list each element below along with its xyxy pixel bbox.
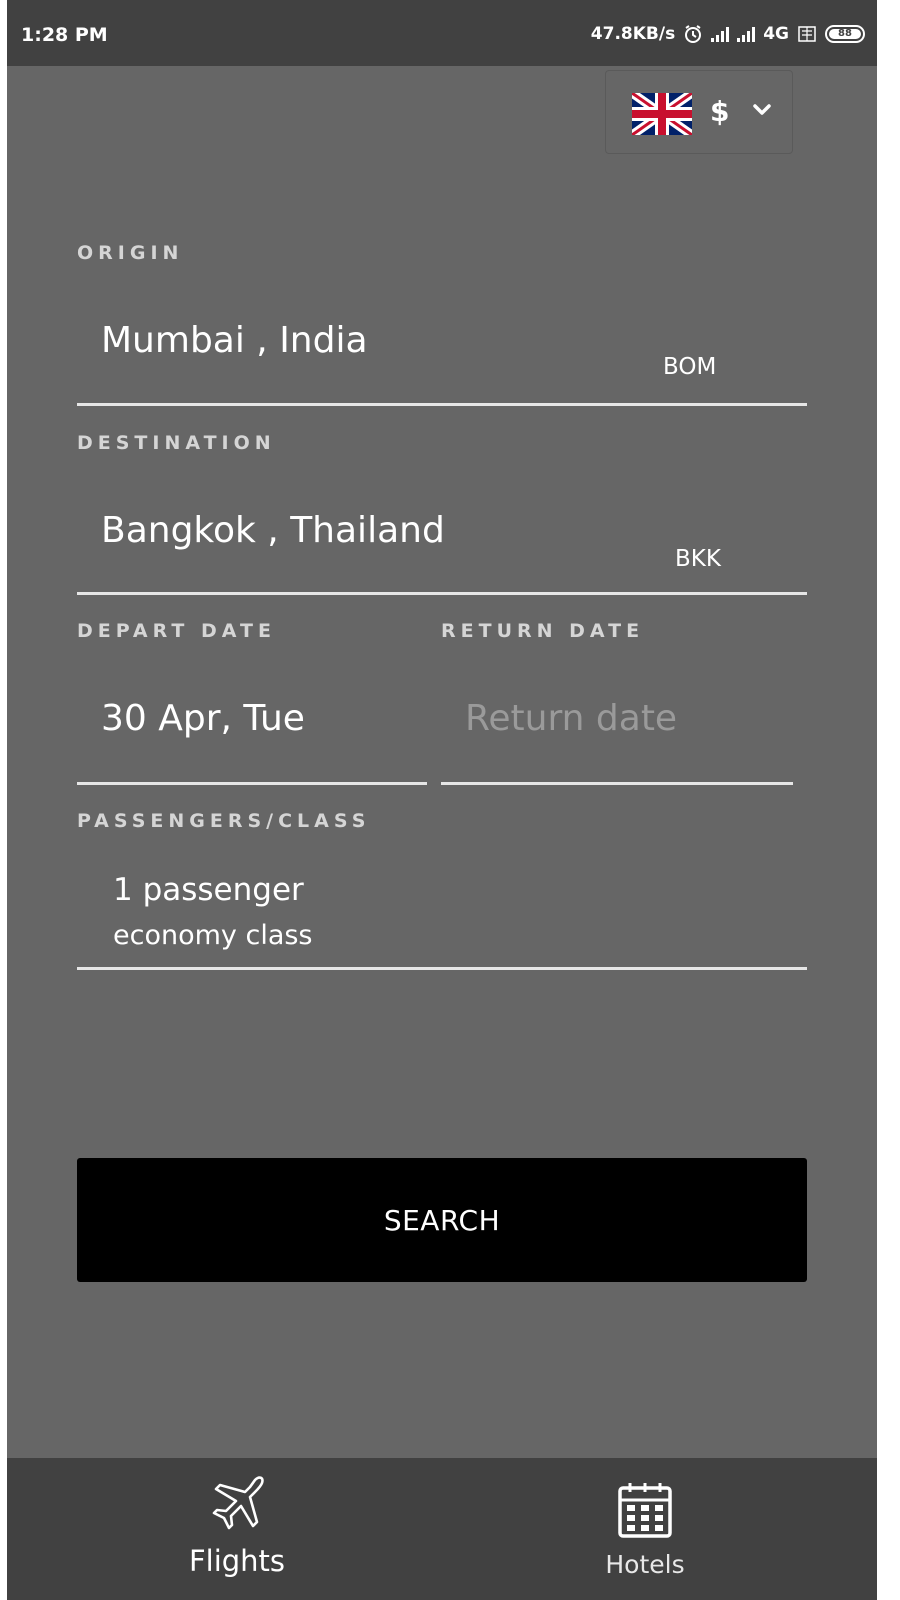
bottom-nav: Flights Hotels bbox=[7, 1458, 877, 1600]
nav-label-hotels: Hotels bbox=[605, 1550, 685, 1579]
uk-flag-icon bbox=[632, 93, 692, 135]
nav-label-flights: Flights bbox=[188, 1544, 286, 1578]
currency-symbol: $ bbox=[710, 95, 730, 128]
passenger-count: 1 passenger bbox=[113, 872, 304, 908]
currency-selector[interactable]: $ bbox=[605, 70, 793, 154]
nav-item-hotels[interactable]: Hotels bbox=[442, 1458, 877, 1600]
destination-field[interactable]: Bangkok , Thailand bbox=[101, 510, 445, 551]
status-bar: 1:28 PM 47.8KB/s 4G 88 bbox=[7, 0, 877, 66]
signal-icon bbox=[711, 26, 730, 42]
chevron-down-icon bbox=[753, 104, 771, 115]
depart-date-label: DEPART DATE bbox=[77, 620, 276, 642]
search-button-label: SEARCH bbox=[383, 1203, 501, 1237]
passenger-class: economy class bbox=[113, 920, 313, 951]
status-icons: 47.8KB/s 4G 88 bbox=[591, 22, 865, 46]
battery-icon: 88 bbox=[825, 25, 865, 43]
return-date-field[interactable]: Return date bbox=[465, 698, 677, 739]
origin-underline bbox=[77, 403, 807, 406]
volte-icon bbox=[798, 26, 816, 42]
origin-code: BOM bbox=[663, 354, 717, 380]
signal-icon-2 bbox=[737, 26, 756, 42]
passengers-field[interactable]: 1 passenger economy class bbox=[77, 860, 807, 966]
battery-level: 88 bbox=[829, 29, 861, 39]
app-screen: 1:28 PM 47.8KB/s 4G 88 $ ORIGIN Mumbai ,… bbox=[7, 0, 877, 1600]
status-time: 1:28 PM bbox=[21, 24, 108, 46]
passengers-label: PASSENGERS/CLASS bbox=[77, 810, 371, 832]
destination-label: DESTINATION bbox=[77, 432, 276, 454]
return-date-underline bbox=[441, 782, 793, 785]
origin-field[interactable]: Mumbai , India bbox=[101, 320, 368, 361]
alarm-icon bbox=[685, 25, 702, 43]
depart-date-field[interactable]: 30 Apr, Tue bbox=[101, 698, 305, 739]
calendar-icon bbox=[618, 1483, 672, 1538]
origin-label: ORIGIN bbox=[77, 242, 184, 264]
return-date-label: RETURN DATE bbox=[441, 620, 645, 642]
net-speed: 47.8KB/s bbox=[590, 24, 676, 44]
nav-item-flights[interactable]: Flights bbox=[7, 1458, 442, 1600]
search-button[interactable]: SEARCH bbox=[77, 1158, 807, 1282]
destination-underline bbox=[77, 592, 807, 595]
destination-code: BKK bbox=[675, 546, 721, 572]
depart-date-underline bbox=[77, 782, 427, 785]
passengers-underline bbox=[77, 967, 807, 970]
network-type: 4G bbox=[763, 24, 789, 44]
airplane-icon bbox=[212, 1476, 264, 1530]
